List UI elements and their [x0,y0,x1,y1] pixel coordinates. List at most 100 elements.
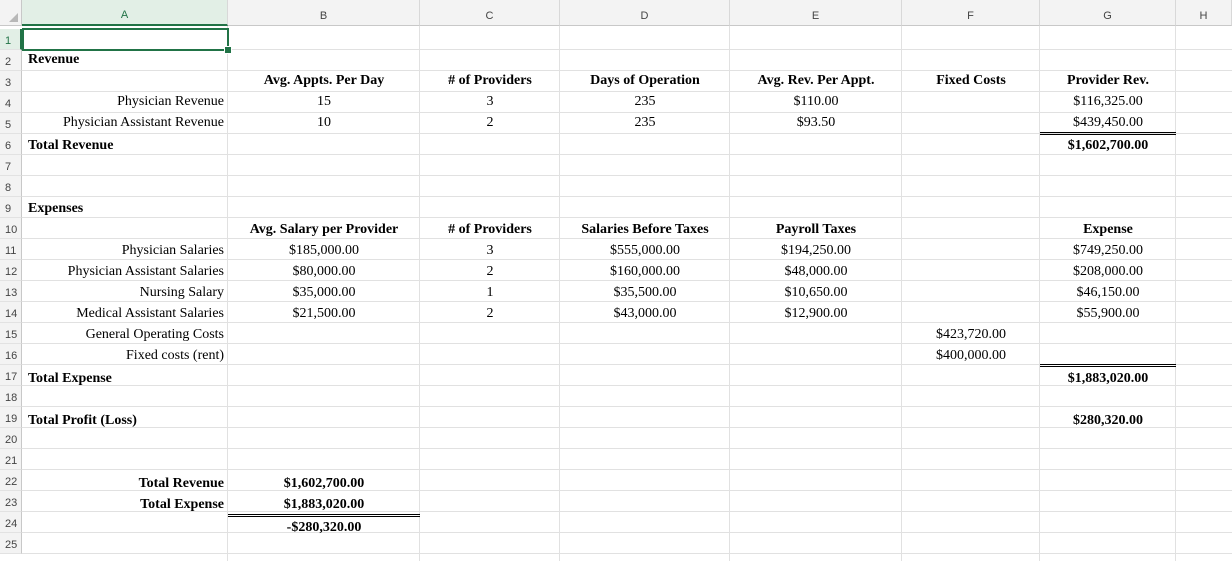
row-header-12[interactable]: 12 [0,260,22,281]
cell-g13[interactable]: $46,150.00 [1040,283,1176,303]
cell-c13[interactable]: 1 [420,283,560,303]
column-header-c[interactable]: C [420,0,560,26]
cell-g19-total-profit[interactable]: $280,320.00 [1040,411,1176,431]
header-salaries-before-taxes[interactable]: Salaries Before Taxes [560,220,730,240]
row-header-18[interactable]: 18 [0,386,22,407]
cell-d13[interactable]: $35,500.00 [560,283,730,303]
row-header-10[interactable]: 10 [0,218,22,239]
cell-c4[interactable]: 3 [420,92,560,112]
cell-c5[interactable]: 2 [420,113,560,133]
cell-b4[interactable]: 15 [228,92,420,112]
row-header-14[interactable]: 14 [0,302,22,323]
cell-e11[interactable]: $194,250.00 [730,241,902,261]
column-header-e[interactable]: E [730,0,902,26]
cell-d14[interactable]: $43,000.00 [560,304,730,324]
header-payroll-taxes[interactable]: Payroll Taxes [730,220,902,240]
cell-b13[interactable]: $35,000.00 [228,283,420,303]
cell-f16[interactable]: $400,000.00 [902,346,1040,366]
row-header-1[interactable]: 1 [0,29,22,50]
column-header-a[interactable]: A [22,0,228,26]
label-total-revenue[interactable]: Total Revenue [23,136,228,156]
label-summary-total-revenue[interactable]: Total Revenue [22,474,224,494]
cell-b24-net[interactable]: -$280,320.00 [228,518,420,538]
row-header-20[interactable]: 20 [0,428,22,449]
row-header-11[interactable]: 11 [0,239,22,260]
row-header-23[interactable]: 23 [0,491,22,512]
cell-g17-total-expense[interactable]: $1,883,020.00 [1040,369,1176,389]
row-header-21[interactable]: 21 [0,449,22,470]
label-total-expense[interactable]: Total Expense [23,369,228,389]
cell-g4[interactable]: $116,325.00 [1040,92,1176,112]
header-fixed-costs[interactable]: Fixed Costs [902,71,1040,91]
label-fixed-costs-rent[interactable]: Fixed costs (rent) [22,346,224,366]
row-header-24[interactable]: 24 [0,512,22,533]
cell-f15[interactable]: $423,720.00 [902,325,1040,345]
cell-c14[interactable]: 2 [420,304,560,324]
header-num-providers-2[interactable]: # of Providers [420,220,560,240]
label-pa-revenue[interactable]: Physician Assistant Revenue [22,113,224,133]
revenue-section-label[interactable]: Revenue [23,50,228,70]
cell-g14[interactable]: $55,900.00 [1040,304,1176,324]
column-header-h[interactable]: H [1176,0,1232,26]
cell-e14[interactable]: $12,900.00 [730,304,902,324]
row-header-5[interactable]: 5 [0,113,22,134]
column-header-f[interactable]: F [902,0,1040,26]
column-header-g[interactable]: G [1040,0,1176,26]
cell-c11[interactable]: 3 [420,241,560,261]
row-header-15[interactable]: 15 [0,323,22,344]
cell-b5[interactable]: 10 [228,113,420,133]
label-physician-salaries[interactable]: Physician Salaries [22,241,224,261]
cell-g5[interactable]: $439,450.00 [1040,113,1176,133]
header-avg-salary[interactable]: Avg. Salary per Provider [228,220,420,240]
row-header-4[interactable]: 4 [0,92,22,113]
row-header-9[interactable]: 9 [0,197,22,218]
row-header-7[interactable]: 7 [0,155,22,176]
cell-b11[interactable]: $185,000.00 [228,241,420,261]
row-header-16[interactable]: 16 [0,344,22,365]
row-header-22[interactable]: 22 [0,470,22,491]
expenses-section-label[interactable]: Expenses [23,199,228,219]
label-pa-salaries[interactable]: Physician Assistant Salaries [22,262,224,282]
gridline [22,553,1232,554]
cell-d5[interactable]: 235 [560,113,730,133]
cell-b14[interactable]: $21,500.00 [228,304,420,324]
cell-g12[interactable]: $208,000.00 [1040,262,1176,282]
label-ma-salaries[interactable]: Medical Assistant Salaries [22,304,224,324]
header-avg-appts[interactable]: Avg. Appts. Per Day [228,71,420,91]
row-header-13[interactable]: 13 [0,281,22,302]
cell-e12[interactable]: $48,000.00 [730,262,902,282]
active-cell-a1[interactable] [22,28,229,51]
cell-g11[interactable]: $749,250.00 [1040,241,1176,261]
row-header-25[interactable]: 25 [0,533,22,554]
header-num-providers[interactable]: # of Providers [420,71,560,91]
label-total-profit-loss[interactable]: Total Profit (Loss) [23,411,228,431]
row-header-17[interactable]: 17 [0,365,22,386]
label-summary-total-expense[interactable]: Total Expense [22,495,224,515]
header-days-operation[interactable]: Days of Operation [560,71,730,91]
select-all-button[interactable] [0,0,22,26]
row-header-6[interactable]: 6 [0,134,22,155]
cell-b23[interactable]: $1,883,020.00 [228,495,420,515]
cell-e5[interactable]: $93.50 [730,113,902,133]
cell-b12[interactable]: $80,000.00 [228,262,420,282]
cell-d12[interactable]: $160,000.00 [560,262,730,282]
row-header-2[interactable]: 2 [0,50,22,71]
cell-g6-total-revenue[interactable]: $1,602,700.00 [1040,136,1176,156]
column-header-d[interactable]: D [560,0,730,26]
header-expense[interactable]: Expense [1040,220,1176,240]
label-physician-revenue[interactable]: Physician Revenue [22,92,224,112]
row-header-19[interactable]: 19 [0,407,22,428]
label-nursing-salary[interactable]: Nursing Salary [22,283,224,303]
label-general-operating-costs[interactable]: General Operating Costs [22,325,224,345]
cell-e13[interactable]: $10,650.00 [730,283,902,303]
cell-c12[interactable]: 2 [420,262,560,282]
cell-d4[interactable]: 235 [560,92,730,112]
row-header-3[interactable]: 3 [0,71,22,92]
cell-e4[interactable]: $110.00 [730,92,902,112]
cell-b22[interactable]: $1,602,700.00 [228,474,420,494]
column-header-b[interactable]: B [228,0,420,26]
header-provider-rev[interactable]: Provider Rev. [1040,71,1176,91]
row-header-8[interactable]: 8 [0,176,22,197]
header-avg-rev-appt[interactable]: Avg. Rev. Per Appt. [730,71,902,91]
cell-d11[interactable]: $555,000.00 [560,241,730,261]
